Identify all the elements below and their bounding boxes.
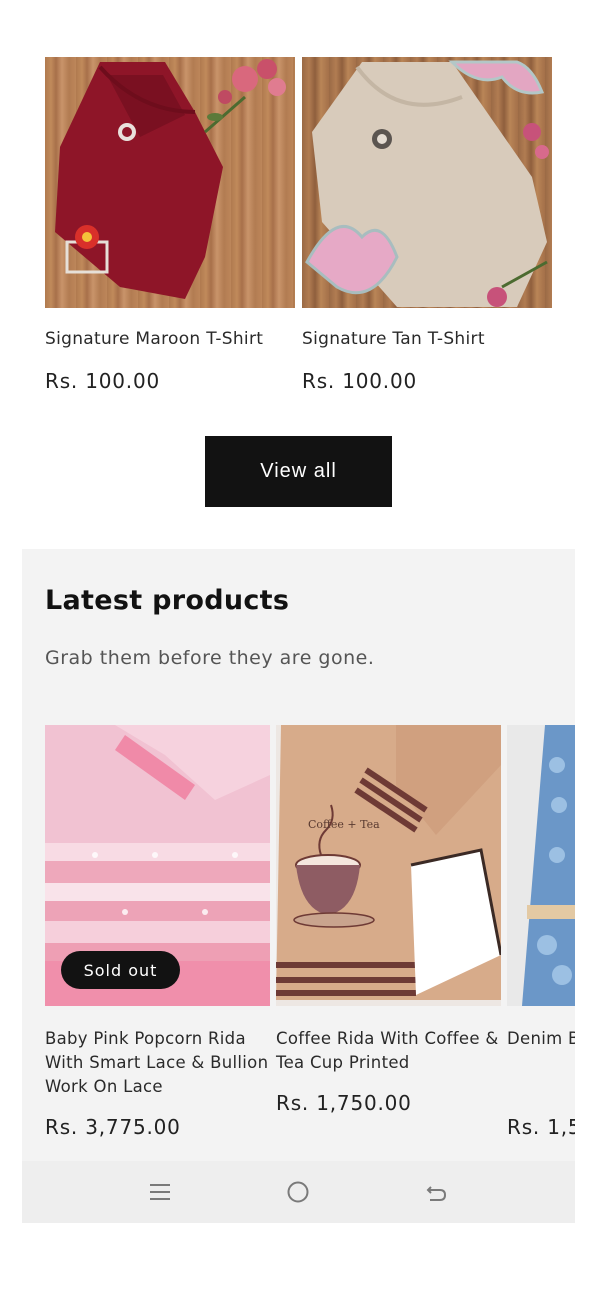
product-card-denim[interactable]: Denim B With Sm & Lace Rs. 1,5 [507, 725, 575, 1139]
product-card-tan[interactable]: Signature Tan T-Shirt Rs. 100.00 [302, 57, 552, 393]
product-title[interactable]: Coffee Rida With Coffee & Tea Cup Printe… [276, 1027, 501, 1075]
product-price: Rs. 100.00 [302, 369, 418, 393]
product-image-denim[interactable] [507, 725, 575, 1006]
product-title[interactable]: Signature Maroon T-Shirt [45, 329, 263, 349]
print-text: Coffee + Tea [308, 818, 380, 831]
product-price: Rs. 100.00 [45, 369, 161, 393]
product-title[interactable]: Denim B With Sm & Lace [507, 1027, 575, 1051]
menu-icon[interactable] [145, 1177, 175, 1207]
view-all-button[interactable]: View all [205, 436, 392, 507]
product-price: Rs. 1,5 [507, 1115, 575, 1139]
product-card-maroon[interactable]: Signature Maroon T-Shirt Rs. 100.00 [45, 57, 295, 393]
latest-products-section: Latest products Grab them before they ar… [22, 549, 575, 1223]
product-title[interactable]: Baby Pink Popcorn Rida With Smart Lace &… [45, 1027, 270, 1099]
product-price: Rs. 1,750.00 [276, 1091, 412, 1115]
product-image-tan-tshirt[interactable] [302, 57, 552, 308]
product-card-baby-pink-rida[interactable]: Sold out Baby Pink Popcorn Rida With Sma… [45, 725, 270, 1139]
section-heading: Latest products [45, 585, 290, 616]
section-subheading: Grab them before they are gone. [45, 647, 375, 669]
product-image-baby-pink-rida[interactable]: Sold out [45, 725, 270, 1006]
home-icon[interactable] [283, 1177, 313, 1207]
sold-out-badge: Sold out [61, 951, 180, 989]
product-title[interactable]: Signature Tan T-Shirt [302, 329, 485, 349]
product-card-coffee-rida[interactable]: Coffee + Tea Coffee Rida With Coffee & T… [276, 725, 501, 1115]
featured-products-section: Signature Maroon T-Shirt Rs. 100.00 Sign… [0, 0, 600, 548]
product-image-maroon-tshirt[interactable] [45, 57, 295, 308]
product-price: Rs. 3,775.00 [45, 1115, 181, 1139]
product-image-coffee-rida[interactable]: Coffee + Tea [276, 725, 501, 1006]
system-navigation-bar [22, 1161, 575, 1223]
back-icon[interactable] [421, 1177, 451, 1207]
